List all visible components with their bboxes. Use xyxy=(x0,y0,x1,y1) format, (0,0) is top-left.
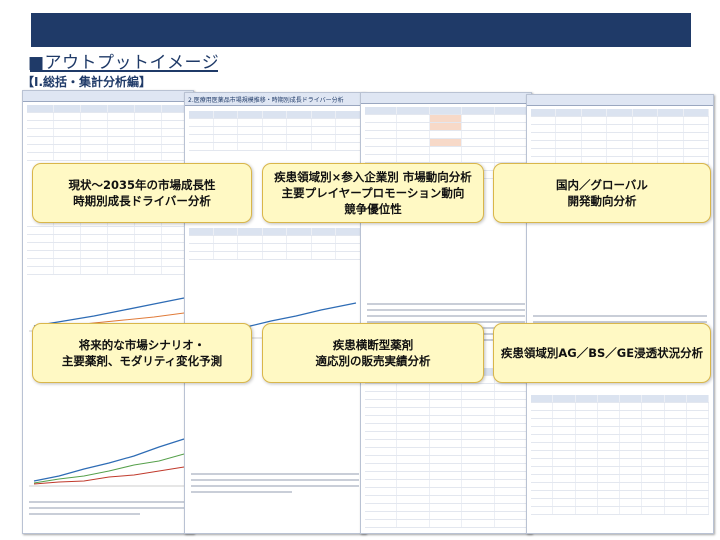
callout-market-scenario: 将来的な市場シナリオ・ 主要薬剤、モダリティ変化予測 xyxy=(32,323,252,383)
callout-competitor-trends: 疾患領域別×参入企業別 市場動向分析 主要プレイヤープロモーション動向 競争優位… xyxy=(262,163,484,223)
document-title: 2.医療用医薬品市場規模推移・時期別成長ドライバー分析 xyxy=(188,97,344,104)
section-heading: 【Ⅰ.総括・集計分析編】 xyxy=(22,75,152,89)
callout-cross-disease-drugs: 疾患横断型薬剤 適応別の販売実績分析 xyxy=(262,323,484,383)
callout-text: 現状～2035年の市場成長性 時期別成長ドライバー分析 xyxy=(68,178,216,208)
title-bar xyxy=(31,13,691,47)
callout-text: 疾患横断型薬剤 適応別の販売実績分析 xyxy=(315,338,431,368)
callout-text: 疾患領域別AG／BS／GE浸透状況分析 xyxy=(500,346,704,360)
document-thumbnail-3 xyxy=(360,92,532,534)
title-underline xyxy=(30,70,218,72)
document-thumbnail-2: 2.医療用医薬品市場規模推移・時期別成長ドライバー分析 xyxy=(184,92,366,534)
callout-text: 疾患領域別×参入企業別 市場動向分析 主要プレイヤープロモーション動向 競争優位… xyxy=(274,170,472,216)
thumbnail-chart-2 xyxy=(29,438,189,487)
callout-text: 将来的な市場シナリオ・ 主要薬剤、モダリティ変化予測 xyxy=(61,338,223,368)
callout-text: 国内／グローバル 開発動向分析 xyxy=(556,178,648,208)
document-thumbnail-1 xyxy=(22,90,194,534)
callout-ag-bs-ge: 疾患領域別AG／BS／GE浸透状況分析 xyxy=(493,323,711,383)
document-thumbnail-4 xyxy=(526,94,714,534)
callout-market-growth: 現状～2035年の市場成長性 時期別成長ドライバー分析 xyxy=(32,163,252,223)
callout-development-trends: 国内／グローバル 開発動向分析 xyxy=(493,163,711,223)
